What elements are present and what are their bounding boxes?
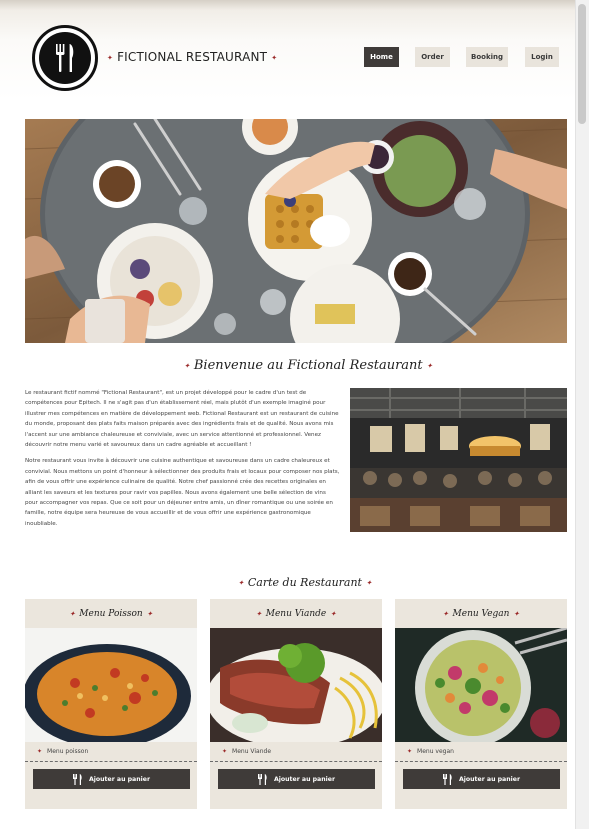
scrollbar-thumb[interactable] (578, 4, 586, 124)
welcome-text: Le restaurant fictif nommé "Fictional Re… (25, 388, 340, 535)
card-title: ✦ Menu Viande ✦ (255, 608, 337, 619)
menu-section-title: ✦ Carte du Restaurant ✦ (238, 576, 372, 589)
vegan-bowl-image (395, 628, 567, 742)
star-icon: ✦ (407, 748, 413, 755)
card-title: ✦ Menu Vegan ✦ (442, 608, 520, 619)
cutlery-icon (442, 773, 452, 785)
star-icon: ✦ (271, 53, 278, 62)
nav-booking-button[interactable]: Booking (466, 47, 508, 67)
fork-knife-logo-icon (39, 32, 91, 84)
nav-login-button[interactable]: Login (525, 47, 559, 67)
restaurant-interior-image (350, 388, 567, 532)
brand-name[interactable]: ✦ FICTIONAL RESTAURANT ✦ (103, 50, 281, 64)
menu-card-vegan: ✦ Menu Vegan ✦ ✦ Menu vegan Ajouter au pani… (395, 599, 567, 809)
star-icon: ✦ (222, 748, 228, 755)
star-icon: ✦ (255, 609, 262, 618)
cutlery-icon (72, 773, 82, 785)
welcome-paragraph: Le restaurant fictif nommé "Fictional Re… (25, 390, 339, 449)
star-icon: ✦ (426, 361, 433, 370)
star-icon: ✦ (107, 53, 114, 62)
star-icon: ✦ (442, 609, 449, 618)
hero-image (25, 119, 567, 343)
star-icon: ✦ (513, 609, 520, 618)
menu-card-poisson: ✦ Menu Poisson ✦ ✦ Menu poisson Ajouter au … (25, 599, 197, 809)
nav-home-button[interactable]: Home (364, 47, 399, 67)
star-icon: ✦ (69, 609, 76, 618)
star-icon: ✦ (37, 748, 43, 755)
welcome-title: ✦ Bienvenue au Fictional Restaurant ✦ (184, 358, 433, 373)
restaurant-logo[interactable] (32, 25, 98, 91)
menu-item[interactable]: ✦ Menu vegan (395, 742, 567, 762)
star-icon: ✦ (184, 361, 190, 370)
nav-order-button[interactable]: Order (415, 47, 450, 67)
star-icon: ✦ (330, 609, 337, 618)
steak-dish-image (210, 628, 382, 742)
menu-item[interactable]: ✦ Menu Viande (210, 742, 382, 762)
cutlery-icon (257, 773, 267, 785)
star-icon: ✦ (146, 609, 153, 618)
menu-card-viande: ✦ Menu Viande ✦ ✦ Menu Viande Ajouter au pa… (210, 599, 382, 809)
menu-item[interactable]: ✦ Menu poisson (25, 742, 197, 762)
paella-dish-image (25, 628, 197, 742)
add-to-cart-button[interactable]: Ajouter au panier (217, 769, 375, 789)
card-title: ✦ Menu Poisson ✦ (69, 608, 153, 619)
add-to-cart-button[interactable]: Ajouter au panier (402, 769, 560, 789)
add-to-cart-button[interactable]: Ajouter au panier (32, 769, 190, 789)
welcome-paragraph: Notre restaurant vous invite à découvrir… (25, 458, 340, 527)
star-icon: ✦ (365, 579, 372, 587)
scrollbar[interactable] (575, 0, 589, 829)
star-icon: ✦ (238, 579, 244, 587)
